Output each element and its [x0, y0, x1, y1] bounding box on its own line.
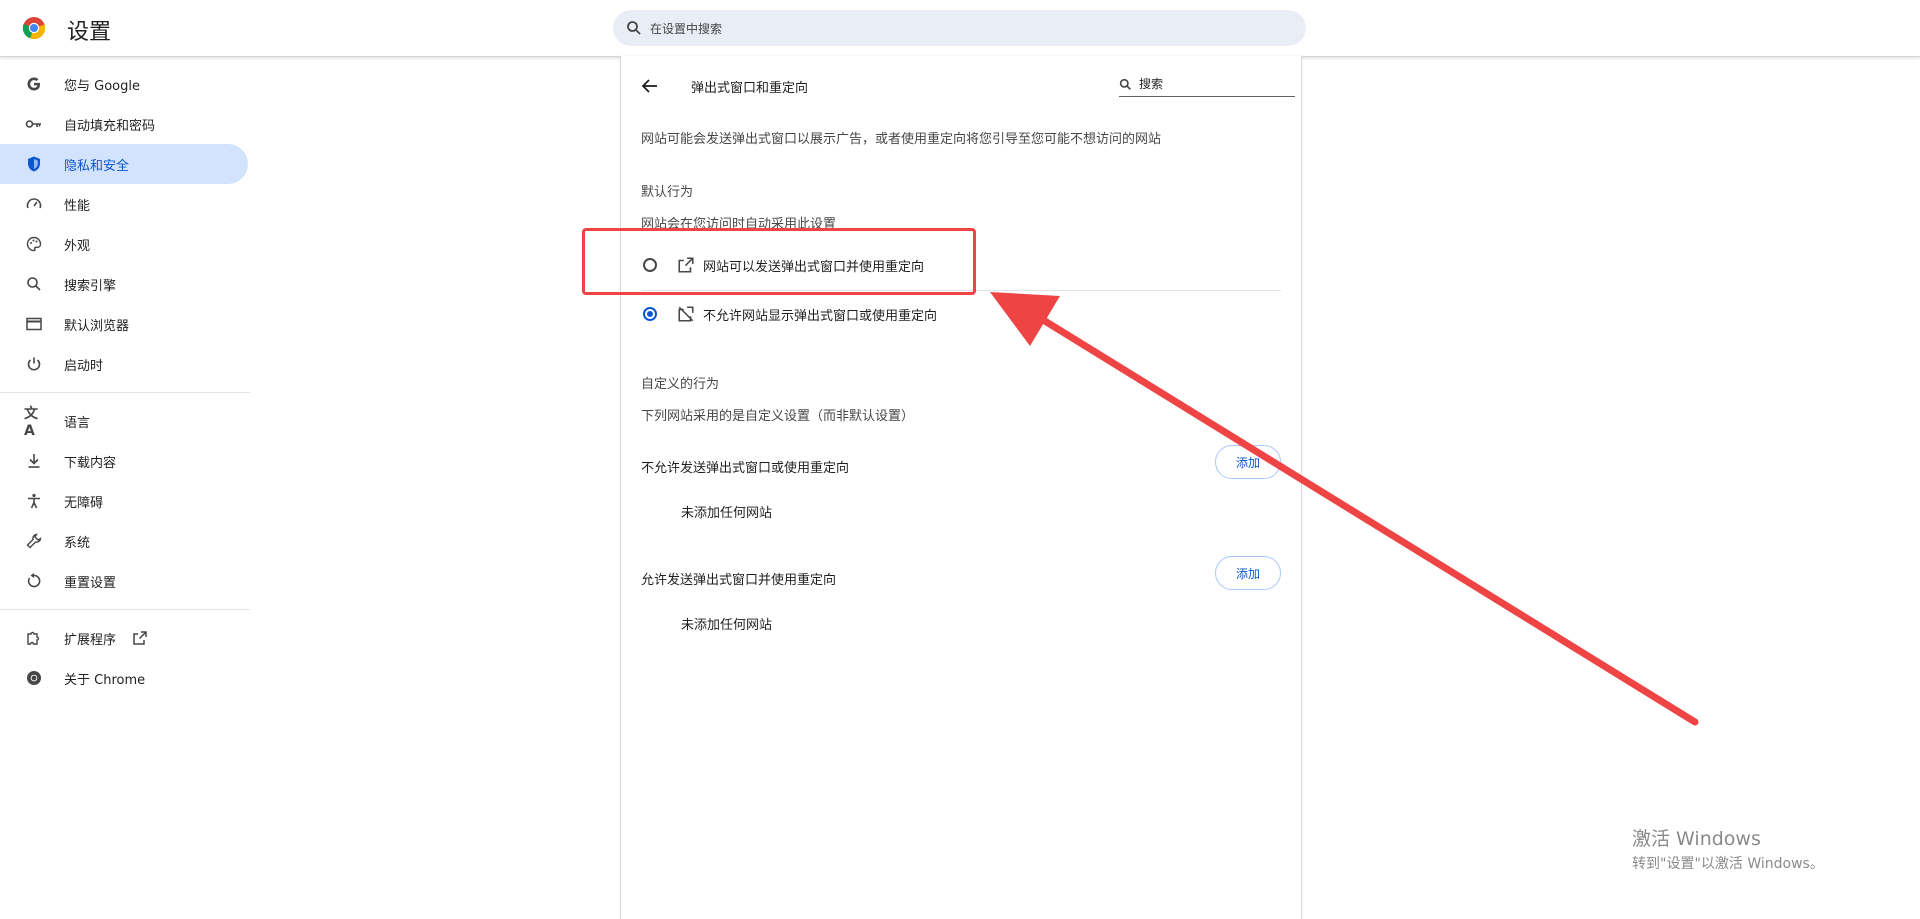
- sidebar-item-label: 外观: [64, 238, 91, 254]
- google-g-icon: [24, 74, 44, 94]
- chrome-logo-icon: [22, 17, 46, 40]
- allow-list-title: 允许发送弹出式窗口并使用重定向: [641, 573, 837, 588]
- subpage-title: 弹出式窗口和重定向: [691, 81, 809, 96]
- windows-activation-watermark: 激活 Windows 转到"设置"以激活 Windows。: [1632, 824, 1824, 873]
- sidebar-item-label: 隐私和安全: [64, 158, 130, 174]
- radio-button[interactable]: [643, 307, 657, 321]
- open-in-new-icon: [132, 630, 148, 646]
- open-in-new-icon: [677, 256, 695, 274]
- back-arrow-icon[interactable]: [639, 75, 661, 97]
- sidebar-item-downloads[interactable]: 下载内容: [0, 441, 250, 481]
- settings-search-input[interactable]: [648, 18, 1252, 40]
- popup-blocked-icon: [677, 305, 695, 323]
- radio-label: 不允许网站显示弹出式窗口或使用重定向: [703, 308, 938, 324]
- sidebar-item-label: 扩展程序: [64, 632, 117, 648]
- custom-behavior-subtext: 下列网站采用的是自定义设置（而非默认设置）: [641, 409, 915, 424]
- default-behavior-subtext: 网站会在您访问时自动采用此设置: [641, 217, 837, 232]
- settings-search-box[interactable]: [613, 10, 1306, 46]
- sidebar-item-on-startup[interactable]: 启动时: [0, 344, 250, 384]
- custom-behavior-heading: 自定义的行为: [641, 377, 720, 392]
- sidebar-item-system[interactable]: 系统: [0, 521, 250, 561]
- sidebar-item-label: 重置设置: [64, 575, 117, 591]
- sidebar-item-label: 默认浏览器: [64, 318, 130, 334]
- translate-icon: 文A: [24, 406, 38, 439]
- subpage-header: 弹出式窗口和重定向: [639, 72, 1295, 100]
- default-behavior-heading: 默认行为: [641, 185, 694, 200]
- sidebar-item-label: 性能: [64, 198, 91, 214]
- sidebar-item-label: 语言: [64, 415, 91, 431]
- puzzle-icon: [24, 628, 44, 648]
- watermark-line-1: 激活 Windows: [1632, 828, 1761, 850]
- key-icon: [24, 114, 44, 134]
- sidebar-item-about-chrome[interactable]: 关于 Chrome: [0, 658, 250, 698]
- sidebar-item-label: 关于 Chrome: [64, 672, 146, 688]
- radio-button[interactable]: [643, 258, 657, 272]
- sidebar-item-label: 您与 Google: [64, 78, 140, 94]
- search-icon: [1119, 78, 1131, 90]
- watermark-line-2: 转到"设置"以激活 Windows。: [1632, 856, 1824, 872]
- wrench-icon: [24, 531, 44, 551]
- sidebar-item-label: 自动填充和密码: [64, 118, 156, 134]
- radio-allow-popups[interactable]: 网站可以发送弹出式窗口并使用重定向: [641, 245, 1281, 285]
- radio-block-popups[interactable]: 不允许网站显示弹出式窗口或使用重定向: [641, 294, 1281, 334]
- description-text: 网站可能会发送弹出式窗口以展示广告，或者使用重定向将您引导至您可能不想访问的网站: [641, 132, 1162, 147]
- speedometer-icon: [24, 194, 44, 214]
- sidebar-item-appearance[interactable]: 外观: [0, 224, 250, 264]
- download-icon: [24, 451, 44, 471]
- palette-icon: [24, 234, 44, 254]
- sidebar-item-label: 系统: [64, 535, 91, 551]
- sidebar-item-label: 下载内容: [64, 455, 117, 471]
- allow-list-empty: 未添加任何网站: [681, 618, 773, 633]
- sidebar-item-label: 搜索引擎: [64, 278, 117, 294]
- sidebar-item-search-engine[interactable]: 搜索引擎: [0, 264, 250, 304]
- page-title: 设置: [67, 20, 112, 45]
- shield-icon: [24, 154, 44, 174]
- sidebar-item-label: 无障碍: [64, 495, 104, 511]
- sidebar-item-privacy[interactable]: 隐私和安全: [0, 144, 248, 184]
- sidebar-divider: [0, 609, 250, 610]
- radio-label: 网站可以发送弹出式窗口并使用重定向: [703, 259, 925, 275]
- add-allow-site-button[interactable]: 添加: [1215, 556, 1281, 590]
- browser-window-icon: [24, 314, 44, 334]
- add-block-site-button[interactable]: 添加: [1215, 445, 1281, 479]
- block-list-empty: 未添加任何网站: [681, 506, 773, 521]
- sidebar-item-you-and-google[interactable]: 您与 Google: [0, 64, 250, 104]
- sidebar-item-languages[interactable]: 文A 语言: [0, 401, 250, 441]
- sidebar-item-reset[interactable]: 重置设置: [0, 561, 250, 601]
- sidebar-item-accessibility[interactable]: 无障碍: [0, 481, 250, 521]
- power-icon: [24, 354, 44, 374]
- settings-card: 弹出式窗口和重定向 网站可能会发送弹出式窗口以展示广告，或者使用重定向将您引导至…: [620, 56, 1302, 919]
- search-icon: [24, 274, 44, 294]
- sidebar-item-default-browser[interactable]: 默认浏览器: [0, 304, 250, 344]
- subpage-search-input[interactable]: [1137, 74, 1291, 94]
- block-list-title: 不允许发送弹出式窗口或使用重定向: [641, 461, 850, 476]
- chrome-icon: [24, 668, 44, 688]
- sidebar-item-extensions[interactable]: 扩展程序: [0, 618, 250, 658]
- row-divider: [641, 290, 1281, 291]
- sidebar-divider: [0, 392, 250, 393]
- accessibility-icon: [24, 491, 44, 511]
- sidebar-item-autofill[interactable]: 自动填充和密码: [0, 104, 250, 144]
- sidebar-item-label: 启动时: [64, 358, 104, 374]
- sidebar: 您与 Google 自动填充和密码 隐私和安全 性能 外观 搜索引擎 默认浏览器…: [0, 64, 250, 698]
- top-bar: 设置: [0, 0, 1920, 57]
- sidebar-item-performance[interactable]: 性能: [0, 184, 250, 224]
- subpage-search[interactable]: [1119, 74, 1295, 97]
- reset-icon: [24, 571, 44, 591]
- search-icon: [627, 21, 641, 35]
